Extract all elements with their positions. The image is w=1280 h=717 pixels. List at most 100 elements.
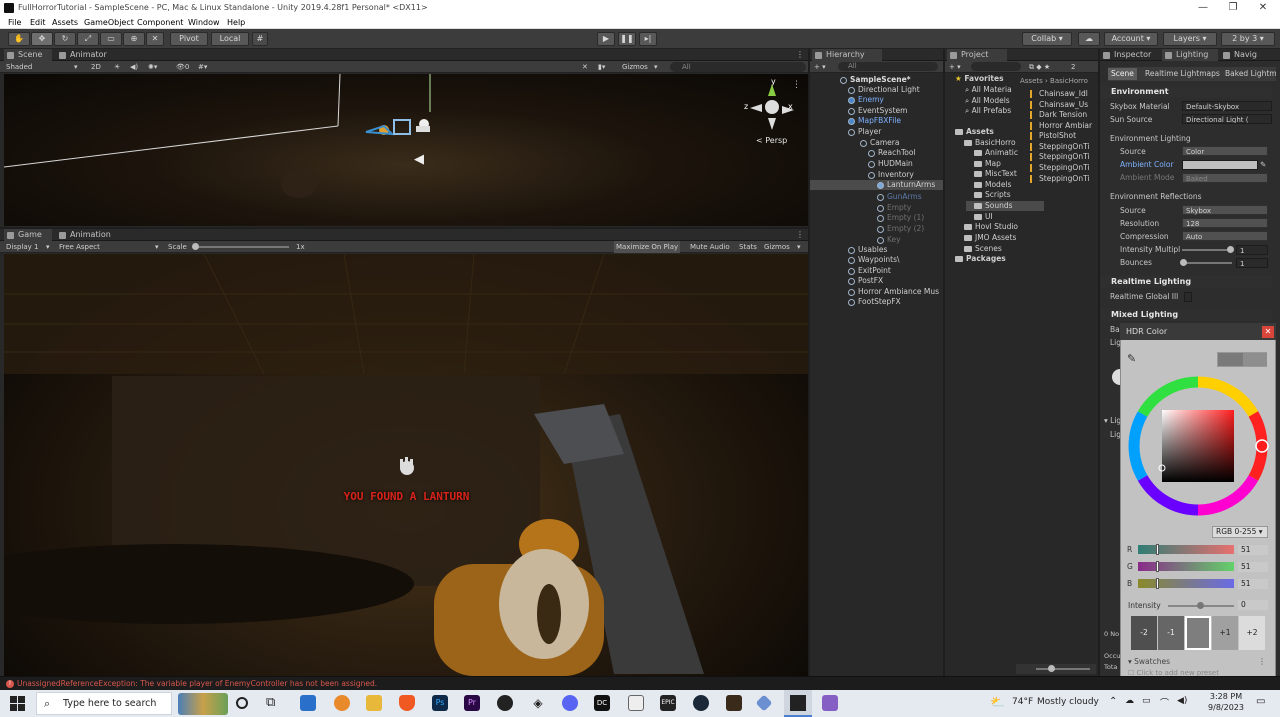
ambient-mode-dropdown[interactable]: Baked <box>1182 173 1268 183</box>
hdr-close-icon[interactable]: ✕ <box>1262 326 1274 338</box>
account-dropdown[interactable]: Account ▾ <box>1104 32 1158 46</box>
project-add-button[interactable]: + ▾ <box>949 61 961 73</box>
r-channel-field[interactable]: 51 <box>1238 545 1268 555</box>
file-explorer-icon[interactable] <box>366 695 382 711</box>
subtab-baked-lightmaps[interactable]: Baked Lightmaps <box>1222 68 1276 80</box>
tab-inspector[interactable]: Inspector <box>1100 49 1160 61</box>
project-favorites[interactable]: ★ Favorites <box>955 74 1004 84</box>
menu-assets[interactable]: Assets <box>52 16 78 29</box>
file-pistolshot[interactable]: PistolShot <box>1030 131 1076 141</box>
menu-file[interactable]: File <box>8 16 21 29</box>
unity-taskbar-active[interactable] <box>784 690 812 717</box>
custom-tool-icon[interactable]: ✕ <box>146 32 164 46</box>
display-dropdown[interactable]: Display 1 <box>6 241 38 253</box>
file-steppingonti-4[interactable]: SteppingOnTi <box>1030 174 1090 184</box>
document-icon[interactable] <box>628 695 644 711</box>
menu-edit[interactable]: Edit <box>30 16 46 29</box>
move-tool-icon[interactable]: ✥ <box>31 32 53 46</box>
b-channel-slider[interactable] <box>1138 578 1234 589</box>
subtab-realtime-lightmaps[interactable]: Realtime Lightmaps <box>1142 68 1223 80</box>
file-dark-tension[interactable]: Dark Tension <box>1030 110 1087 120</box>
hierarchy-item-lanturnarms[interactable]: LanturnArms <box>810 180 943 190</box>
toggle-2d[interactable]: 2D <box>91 61 101 73</box>
bounces-thumb[interactable] <box>1180 259 1187 266</box>
menu-window[interactable]: Window <box>188 16 220 29</box>
audio-toggle-icon[interactable]: ◀) <box>130 61 138 73</box>
ambient-color-swatch[interactable] <box>1182 160 1258 170</box>
swatches-foldout[interactable]: ▾ Swatches <box>1128 657 1170 666</box>
game-viewport[interactable]: YOU FOUND A LANTURN <box>4 254 808 676</box>
scale-tool-icon[interactable]: ⤢ <box>77 32 99 46</box>
step-button[interactable]: ▸| <box>639 32 657 46</box>
bounces-slider[interactable] <box>1182 262 1232 264</box>
gizmos-dropdown[interactable]: Gizmos <box>622 61 648 73</box>
layout-dropdown[interactable]: 2 by 3 ▾ <box>1221 32 1275 46</box>
section-environment[interactable]: Environment <box>1100 86 1272 98</box>
windows-start-icon[interactable] <box>10 696 25 711</box>
shading-dropdown[interactable]: Shaded <box>6 61 80 73</box>
hand-tool-icon[interactable]: ✋ <box>8 32 30 46</box>
cloud-icon[interactable]: ☁ <box>1078 32 1100 46</box>
project-packages[interactable]: Packages <box>955 254 1006 264</box>
project-filter-icon[interactable]: ⧉ ◆ ★ <box>1029 61 1050 73</box>
project-zoom-thumb[interactable] <box>1048 665 1055 672</box>
hue-wheel[interactable] <box>1126 374 1272 520</box>
r-channel-slider[interactable] <box>1138 544 1234 555</box>
taskbar-search-input[interactable]: ⌕ Type here to search <box>36 692 172 715</box>
project-assets-root[interactable]: Assets <box>955 127 994 137</box>
swatches-menu-icon[interactable]: ⋮ <box>1258 657 1266 666</box>
transform-tool-icon[interactable]: ⊕ <box>123 32 145 46</box>
tray-chevron-icon[interactable]: ⌃ <box>1109 696 1117 707</box>
game-app-icon[interactable] <box>726 695 742 711</box>
scene-search-input[interactable]: All <box>670 62 806 72</box>
effects-toggle-icon[interactable]: ✺▾ <box>148 61 157 73</box>
eyedropper-icon[interactable]: ✎ <box>1260 159 1266 170</box>
davinci-icon[interactable]: DC <box>594 695 610 711</box>
r-slider-thumb[interactable] <box>1156 544 1159 555</box>
skybox-material-field[interactable]: Default-Skybox <box>1182 101 1272 111</box>
brave-browser-icon[interactable] <box>399 695 415 711</box>
game-more-icon[interactable]: ⋮ <box>792 229 806 241</box>
blender-icon[interactable] <box>334 695 350 711</box>
sun-source-field[interactable]: Directional Light ( <box>1182 114 1272 124</box>
unity-hub-icon[interactable]: ◈ <box>530 695 546 711</box>
folder-map[interactable]: Map <box>974 159 1001 169</box>
tab-animator[interactable]: Animator <box>56 49 112 61</box>
tab-navigation[interactable]: Navig <box>1220 49 1276 61</box>
g-slider-thumb[interactable] <box>1156 561 1159 572</box>
exposure-stop-plus-1[interactable]: +1 <box>1212 616 1238 650</box>
hierarchy-search-input[interactable]: All <box>838 62 938 71</box>
folder-misctext[interactable]: MiscText <box>974 169 1017 179</box>
perspective-label[interactable]: < Persp <box>756 136 787 145</box>
favorite-all-prefabs[interactable]: ⌕ All Prefabs <box>965 106 1011 116</box>
aspect-dropdown[interactable]: Free Aspect <box>59 241 100 253</box>
camera-icon[interactable]: ▮▾ <box>598 61 605 73</box>
discord-icon[interactable] <box>562 695 578 711</box>
tab-hierarchy[interactable]: Hierarchy <box>812 49 882 61</box>
section-realtime-lighting[interactable]: Realtime Lighting <box>1100 276 1272 288</box>
search-highlights-image[interactable] <box>178 693 228 715</box>
file-steppingonti-1[interactable]: SteppingOnTi <box>1030 142 1090 152</box>
g-channel-field[interactable]: 51 <box>1238 562 1268 572</box>
hdr-intensity-field[interactable]: 0 <box>1238 600 1268 610</box>
b-slider-thumb[interactable] <box>1156 578 1159 589</box>
layers-dropdown[interactable]: Layers ▾ <box>1163 32 1217 46</box>
folder-animatic[interactable]: Animatic <box>974 148 1018 158</box>
section-mixed-lighting[interactable]: Mixed Lighting <box>1100 309 1272 321</box>
folder-basichorro[interactable]: BasicHorro <box>964 138 1016 148</box>
folder-ui[interactable]: UI <box>974 212 993 222</box>
tab-animation[interactable]: Animation <box>56 229 114 241</box>
folder-sounds[interactable]: Sounds <box>966 201 1044 211</box>
cloud-sync-icon[interactable]: ☁ <box>1125 696 1134 706</box>
visual-studio-icon[interactable] <box>822 695 838 711</box>
weather-temperature[interactable]: 74°F <box>1012 697 1033 707</box>
tools-icon[interactable]: ✕ <box>582 61 588 73</box>
b-channel-field[interactable]: 51 <box>1238 579 1268 589</box>
maximize-on-play-toggle[interactable]: Maximize On Play <box>614 241 681 253</box>
hdr-mode-dropdown[interactable]: RGB 0-255 ▾ <box>1212 526 1268 538</box>
taskbar-time[interactable]: 3:28 PM <box>1206 692 1246 701</box>
collab-dropdown[interactable]: Collab ▾ <box>1022 32 1072 46</box>
favorite-all-models[interactable]: ⌕ All Models <box>965 96 1010 106</box>
grid-snap-icon[interactable]: # <box>252 32 268 46</box>
rotate-tool-icon[interactable]: ↻ <box>54 32 76 46</box>
